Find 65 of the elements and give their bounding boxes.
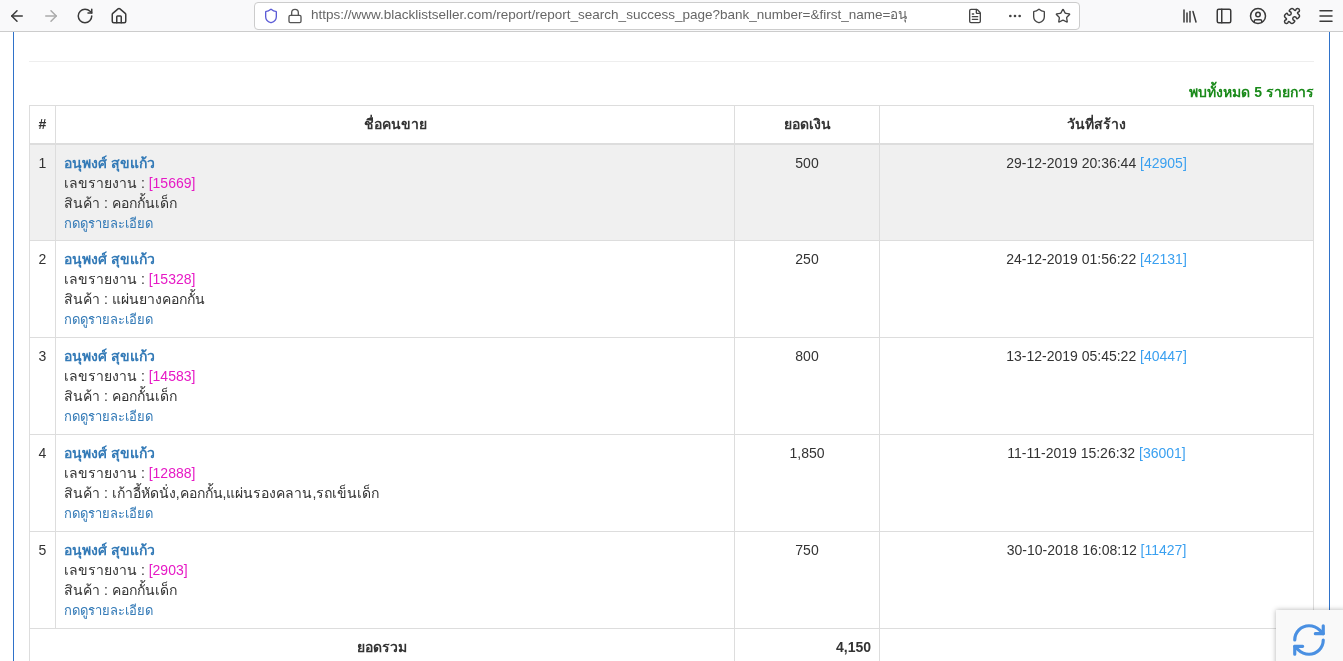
total-amount: 4,150 [835,639,871,655]
account-icon[interactable] [1249,6,1267,25]
bookmark-star-icon[interactable] [1055,7,1071,24]
amount-text: 250 [795,251,819,267]
column-header: ชื่อคนขาย [55,105,735,144]
report-label: เลขรายงาน : [64,368,145,384]
created-date: 11-11-2019 15:26:32 [1007,445,1136,461]
amount-text: 500 [795,154,819,171]
detail-link[interactable]: กดดูรายละเอียด [64,215,153,231]
report-id-link[interactable]: [2903] [148,562,188,578]
library-icon[interactable] [1181,6,1199,25]
extensions-icon[interactable] [1283,6,1301,25]
report-id-link[interactable]: [12888] [148,465,196,481]
reader-view-icon[interactable] [967,7,983,24]
total-label: ยอดรวม [357,639,407,655]
created-id-link[interactable]: [42905] [1140,154,1187,171]
created-id-link[interactable]: [11427] [1140,542,1187,558]
shield-icon[interactable] [263,7,279,24]
created-id-link[interactable]: [36001] [1139,445,1186,461]
product-text: สินค้า : เก้าอี้หัดนั่ง,คอกกั้น,แผ่นรองคลาน,รถเข็นเด็ก [64,485,380,501]
created-id-link[interactable]: [40447] [1140,348,1187,364]
lock-icon [287,7,303,24]
report-id-link[interactable]: [15328] [148,271,196,287]
amount-text: 1,850 [789,445,825,461]
amount-text: 800 [795,348,819,364]
created-id-link[interactable]: [42131] [1140,251,1187,267]
column-header: ยอดเงิน [734,105,880,144]
report-label: เลขรายงาน : [64,465,145,481]
report-id-link[interactable]: [14583] [148,368,196,384]
product-text: สินค้า : คอกกั้นเด็ก [64,194,177,211]
created-date: 30-10-2018 16:08:12 [1006,542,1137,558]
reload-icon[interactable] [76,6,94,25]
home-icon[interactable] [110,6,128,25]
seller-name-link[interactable]: อนุพงศ์ สุขแก้ว [64,445,155,461]
seller-name-link[interactable]: อนุพงศ์ สุขแก้ว [64,542,155,558]
row-number: 1 [38,154,47,171]
detail-link[interactable]: กดดูรายละเอียด [64,312,153,327]
seller-name-link[interactable]: อนุพงศ์ สุขแก้ว [64,154,155,171]
row-number: 5 [38,542,47,558]
product-text: สินค้า : คอกกั้นเด็ก [64,388,177,404]
product-text: สินค้า : แผ่นยางคอกกั้น [64,291,205,307]
created-date: 29-12-2019 20:36:44 [1006,154,1137,171]
detail-link[interactable]: กดดูรายละเอียด [64,409,153,424]
created-date: 13-12-2019 05:45:22 [1006,348,1137,364]
url-text: https://www.blacklistseller.com/report/report_search_success_page?bank_number=&first_name=อนุ [311,6,909,25]
column-header: วันที่สร้าง [879,105,1314,144]
report-label: เลขรายงาน : [64,271,145,287]
report-label: เลขรายงาน : [64,174,145,191]
created-date: 24-12-2019 01:56:22 [1006,251,1137,267]
detail-link[interactable]: กดดูรายละเอียด [64,506,153,521]
address-bar[interactable]: https://www.blacklistseller.com/report/report_search_success_page?bank_number=&first_name=อนุ [254,1,1080,30]
detail-link[interactable]: กดดูรายละเอียด [64,603,153,618]
seller-name-link[interactable]: อนุพงศ์ สุขแก้ว [64,251,155,267]
result-count: พบทั้งหมด 5 รายการ [29,82,1314,105]
amount-text: 750 [795,542,819,558]
seller-name-link[interactable]: อนุพงศ์ สุขแก้ว [64,348,155,364]
report-id-link[interactable]: [15669] [148,174,196,191]
column-header: # [29,105,56,144]
row-number: 3 [38,348,47,364]
product-text: สินค้า : คอกกั้นเด็ก [64,582,177,598]
report-label: เลขรายงาน : [64,562,145,578]
row-number: 2 [38,251,47,267]
row-number: 4 [38,445,47,461]
recaptcha-badge[interactable] [1276,610,1343,661]
sidebar-icon[interactable] [1215,6,1233,25]
